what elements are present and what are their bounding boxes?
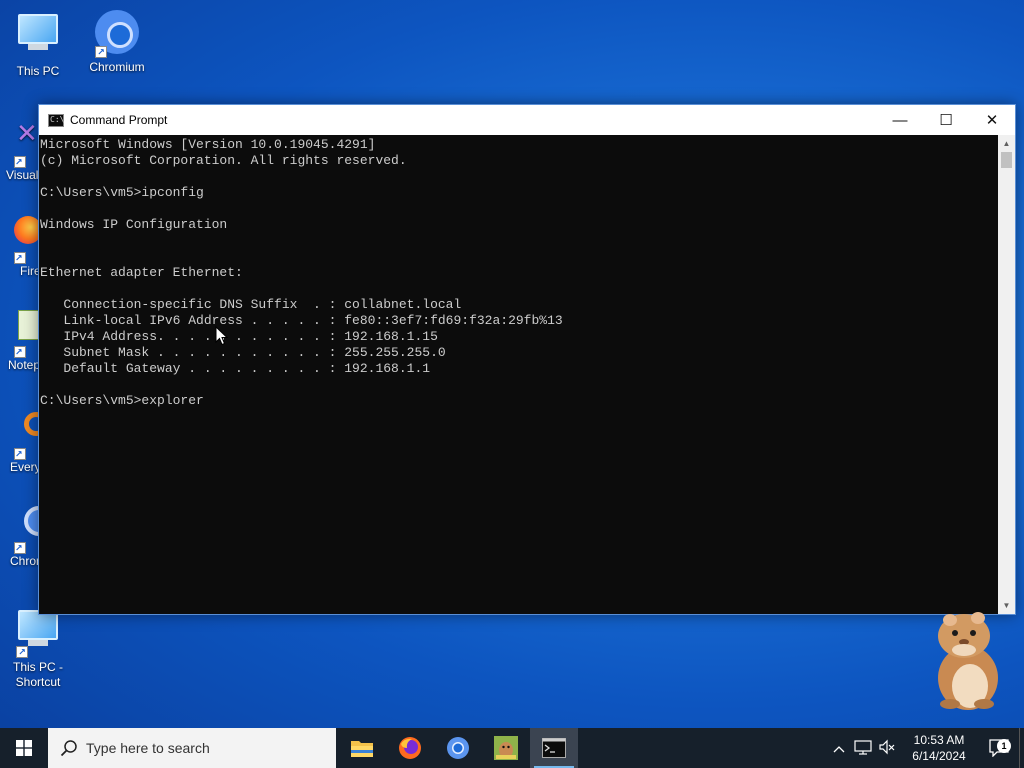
shortcut-arrow-icon: ↗: [16, 646, 28, 658]
command-prompt-window[interactable]: C:\ Command Prompt — ☐ ✕ Microsoft Windo…: [38, 104, 1016, 615]
action-center-button[interactable]: 1: [979, 739, 1019, 757]
taskbar-file-explorer[interactable]: [338, 728, 386, 768]
desktop-icon-chromium-2[interactable]: ↗ Chromium (2): [0, 502, 38, 569]
taskbar-command-prompt[interactable]: [530, 728, 578, 768]
minimize-icon: —: [892, 111, 908, 129]
search-placeholder: Type here to search: [86, 740, 210, 756]
visual-studio-icon: ✕ ↗: [14, 118, 38, 168]
console-line: IPv4 Address. . . . . . . . . . . : 192.…: [40, 329, 438, 344]
maximize-icon: ☐: [939, 112, 953, 129]
minimize-button[interactable]: —: [877, 105, 923, 135]
chromium-icon: ↗: [93, 10, 141, 58]
taskbar-firefox[interactable]: [386, 728, 434, 768]
desktop-icon-label: This PC: [16, 64, 60, 78]
desktop-icon-chromium[interactable]: ↗ Chromium: [79, 8, 155, 75]
mouse-cursor-icon: [215, 326, 229, 346]
desktop-icon-label: Chromium (2): [10, 554, 38, 568]
desktop-icon-label: This PC - Shortcut: [12, 660, 63, 689]
vertical-scrollbar[interactable]: ▲ ▼: [998, 135, 1015, 614]
everything-search-icon: ↗: [10, 412, 38, 460]
console-line: Default Gateway . . . . . . . . . : 192.…: [40, 361, 431, 376]
shortcut-arrow-icon: ↗: [14, 448, 26, 460]
chromium-icon: [447, 737, 469, 759]
taskbar-hamster-app[interactable]: [482, 728, 530, 768]
console-line: Ethernet adapter Ethernet:: [40, 265, 243, 280]
computer-icon: ↗: [14, 610, 62, 658]
clock-date: 6/14/2024: [912, 749, 966, 763]
command-prompt-icon: C:\: [48, 113, 64, 127]
close-icon: ✕: [985, 112, 999, 129]
volume-tray-button[interactable]: [875, 739, 899, 758]
firefox-icon: ↗: [14, 216, 38, 264]
clock-time: 10:53 AM: [913, 733, 965, 747]
console-output[interactable]: Microsoft Windows [Version 10.0.19045.42…: [39, 135, 998, 614]
window-titlebar[interactable]: C:\ Command Prompt — ☐ ✕: [39, 105, 1015, 135]
console-line: Connection-specific DNS Suffix . : colla…: [40, 297, 462, 312]
taskbar-chromium[interactable]: [434, 728, 482, 768]
desktop-icon-this-pc-shortcut[interactable]: ↗ This PC - Shortcut: [0, 604, 76, 690]
windows-logo-icon: [16, 740, 32, 756]
console-line: Windows IP Configuration: [40, 217, 228, 232]
computer-icon: [14, 14, 62, 62]
scroll-up-button[interactable]: ▲: [998, 135, 1015, 152]
desktop-icon-label: Firefox: [20, 264, 38, 278]
console-line: Subnet Mask . . . . . . . . . . . : 255.…: [40, 345, 446, 360]
desktop-icon-this-pc[interactable]: This PC: [0, 8, 76, 79]
console-line: C:\Users\vm5>ipconfig: [40, 185, 204, 200]
desktop-icon-label: Chromium: [89, 60, 145, 74]
shortcut-arrow-icon: ↗: [95, 46, 107, 58]
show-hidden-icons-button[interactable]: [827, 741, 851, 756]
chevron-up-icon: [833, 745, 845, 752]
maximize-button[interactable]: ☐: [923, 105, 969, 135]
show-desktop-button[interactable]: [1019, 728, 1024, 768]
shortcut-arrow-icon: ↗: [14, 252, 26, 264]
desktop-icon-label: Visual Studio 2022: [6, 168, 38, 182]
console-line: (c) Microsoft Corporation. All rights re…: [40, 153, 407, 168]
shortcut-arrow-icon: ↗: [14, 542, 26, 554]
shortcut-arrow-icon: ↗: [14, 346, 26, 358]
search-icon: [60, 740, 77, 757]
hamster-mascot-icon: [938, 612, 998, 710]
console-line: Link-local IPv6 Address . . . . . : fe80…: [40, 313, 563, 328]
desktop-icon-label: Notepad++: [8, 358, 38, 372]
file-explorer-icon: [351, 741, 373, 757]
hamster-app-icon: [494, 736, 518, 760]
notification-count-badge: 1: [997, 739, 1011, 753]
desktop-icon-notepad-plus-plus[interactable]: ↗ Notepad++: [0, 308, 38, 373]
firefox-icon: [399, 737, 421, 759]
scroll-thumb[interactable]: [1001, 152, 1012, 168]
desktop-icon-visual-studio[interactable]: ✕ ↗ Visual Studio 2022: [0, 114, 38, 183]
desktop-icon-label: Everything: [10, 460, 38, 474]
taskbar-clock[interactable]: 10:53 AM 6/14/2024: [899, 732, 979, 764]
close-button[interactable]: ✕: [969, 105, 1015, 135]
chromium-icon: ↗: [10, 506, 38, 554]
network-tray-button[interactable]: [851, 739, 875, 758]
console-line: Microsoft Windows [Version 10.0.19045.42…: [40, 137, 376, 152]
taskbar-search-box[interactable]: Type here to search: [48, 728, 336, 768]
desktop-icon-firefox[interactable]: ↗ Firefox: [0, 212, 38, 279]
network-icon: [854, 739, 872, 755]
notepad-plus-plus-icon: ↗: [8, 310, 38, 358]
console-line: C:\Users\vm5>explorer: [40, 393, 204, 408]
system-tray: 10:53 AM 6/14/2024 1: [827, 728, 1024, 768]
shortcut-arrow-icon: ↗: [14, 156, 26, 168]
window-title: Command Prompt: [70, 113, 168, 127]
volume-muted-icon: [879, 739, 895, 754]
command-prompt-icon: [542, 738, 566, 758]
desktop-icon-everything[interactable]: ↗ Everything: [0, 406, 38, 475]
taskbar: Type here to search 10:53 AM 6/14/2024 1: [0, 728, 1024, 768]
start-button[interactable]: [0, 728, 48, 768]
